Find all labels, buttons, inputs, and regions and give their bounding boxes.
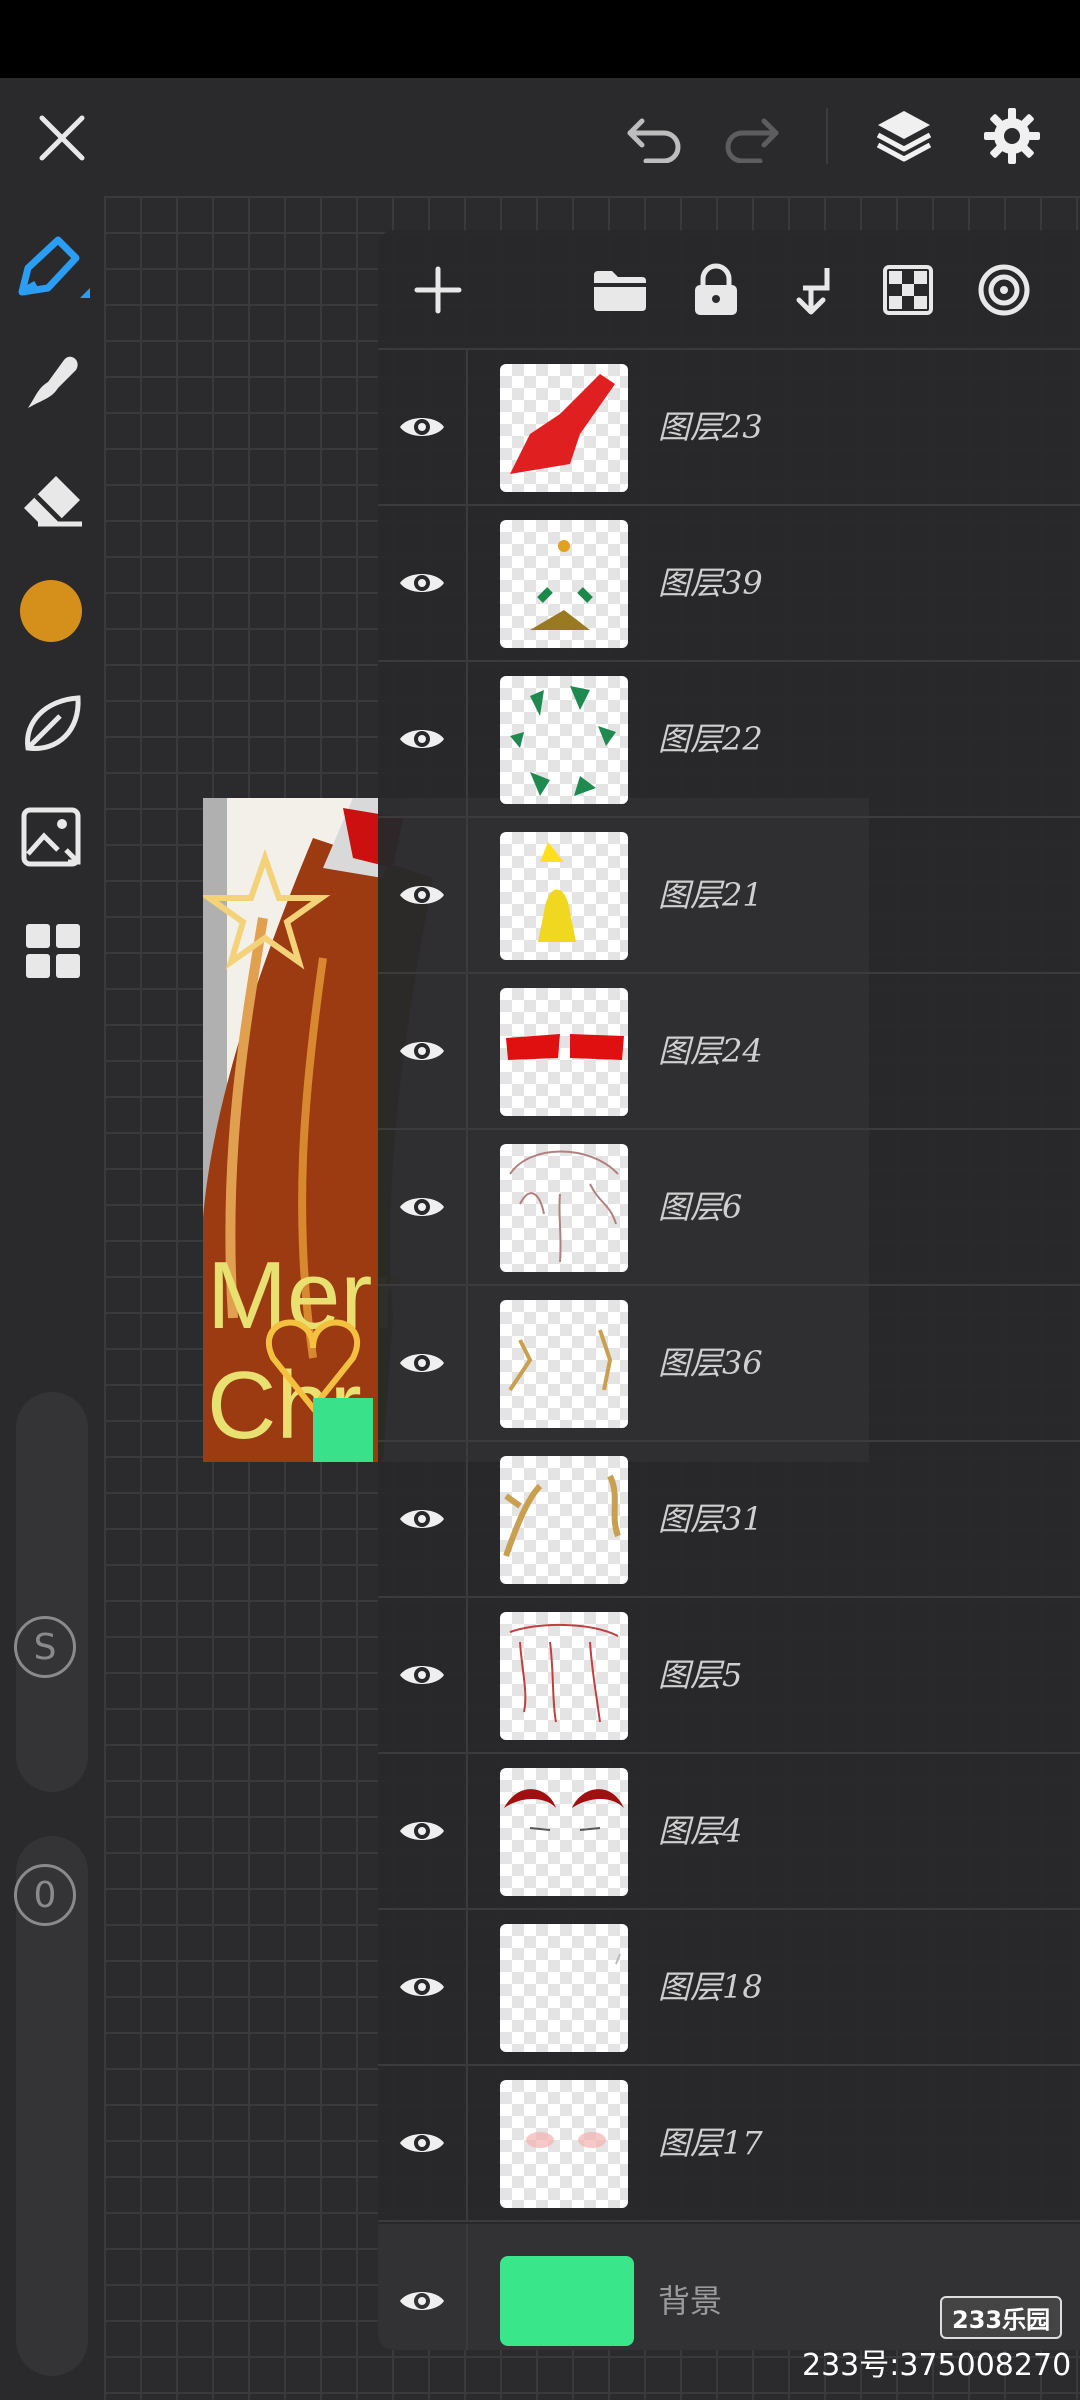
layer-name: 图层5 — [658, 1656, 743, 1694]
layer-row[interactable]: 图层6 — [378, 1130, 1080, 1286]
lock-icon[interactable] — [686, 260, 746, 320]
visibility-toggle[interactable] — [378, 2066, 468, 2220]
layer-thumbnail[interactable] — [500, 1612, 628, 1740]
layer-thumbnail[interactable] — [500, 1768, 628, 1896]
folder-icon[interactable] — [590, 260, 650, 320]
visibility-toggle[interactable] — [378, 506, 468, 660]
visibility-toggle[interactable] — [378, 1910, 468, 2064]
eye-icon — [400, 730, 444, 748]
toolbar-divider — [826, 108, 828, 164]
visibility-toggle[interactable] — [378, 2224, 468, 2350]
eye-icon — [400, 574, 444, 592]
layers-panel: 图层23 图层39 图层22 图层21 图层24 图层6 图层36 图层31 图层5 图层4 图层1… — [378, 230, 1080, 2350]
layer-name: 图层21 — [658, 876, 763, 914]
eye-icon — [400, 1978, 444, 1996]
layer-row[interactable]: 图层22 — [378, 662, 1080, 818]
background-color-thumbnail[interactable] — [500, 2256, 634, 2346]
add-layer-icon[interactable] — [408, 260, 468, 320]
layer-list: 图层23 图层39 图层22 图层21 图层24 图层6 图层36 图层31 图层5 图层4 图层1… — [378, 350, 1080, 2222]
eye-icon — [400, 1822, 444, 1840]
layers-icon[interactable] — [872, 104, 936, 168]
brush-size-slider[interactable]: S — [14, 1392, 88, 1792]
color-swatch[interactable] — [20, 580, 82, 642]
brush-opacity-slider[interactable]: 0 — [14, 1836, 88, 2376]
grid-menu-icon[interactable] — [24, 922, 82, 980]
background-layer-name: 背景 — [658, 2282, 723, 2320]
watermark-text: 233号:375008270 — [802, 2348, 1072, 2383]
eye-icon — [400, 418, 444, 436]
layer-thumbnail[interactable] — [500, 520, 628, 648]
layer-row[interactable]: 图层31 — [378, 1442, 1080, 1598]
layer-name: 图层6 — [658, 1188, 743, 1226]
layer-name: 图层4 — [658, 1812, 743, 1850]
layer-thumbnail[interactable] — [500, 676, 628, 804]
redo-icon[interactable] — [720, 108, 784, 168]
layer-mode-icon[interactable] — [974, 260, 1034, 320]
brush-icon[interactable] — [14, 232, 90, 308]
eye-icon — [400, 886, 444, 904]
smudge-icon[interactable] — [18, 348, 86, 416]
undo-icon[interactable] — [622, 108, 686, 168]
eye-icon — [400, 1354, 444, 1372]
visibility-toggle[interactable] — [378, 974, 468, 1128]
layer-thumbnail[interactable] — [500, 2080, 628, 2208]
layer-row[interactable]: 图层17 — [378, 2066, 1080, 2222]
layer-name: 图层17 — [658, 2124, 763, 2162]
eye-icon — [400, 1666, 444, 1684]
layer-thumbnail[interactable] — [500, 832, 628, 960]
visibility-toggle[interactable] — [378, 1442, 468, 1596]
settings-gear-icon[interactable] — [980, 104, 1044, 168]
layer-name: 图层22 — [658, 720, 763, 758]
layer-row[interactable]: 图层36 — [378, 1286, 1080, 1442]
visibility-toggle[interactable] — [378, 350, 468, 504]
layer-thumbnail[interactable] — [500, 364, 628, 492]
visibility-toggle[interactable] — [378, 1754, 468, 1908]
top-toolbar — [0, 78, 1080, 196]
layer-row[interactable]: 图层18 — [378, 1910, 1080, 2066]
visibility-toggle[interactable] — [378, 1130, 468, 1284]
eye-icon — [400, 1042, 444, 1060]
visibility-toggle[interactable] — [378, 1598, 468, 1752]
layer-name: 图层36 — [658, 1344, 763, 1382]
opacity-slider-badge: 0 — [14, 1864, 76, 1926]
watermark-logo: 233乐园 — [940, 2296, 1063, 2339]
visibility-toggle[interactable] — [378, 1286, 468, 1440]
eye-icon — [400, 2134, 444, 2152]
transparency-lock-icon[interactable] — [878, 260, 938, 320]
merge-down-icon[interactable] — [782, 260, 842, 320]
layer-row[interactable]: 图层39 — [378, 506, 1080, 662]
eye-icon — [400, 2292, 444, 2310]
visibility-toggle[interactable] — [378, 662, 468, 816]
layer-row[interactable]: 图层21 — [378, 818, 1080, 974]
layer-row[interactable]: 图层24 — [378, 974, 1080, 1130]
layer-thumbnail[interactable] — [500, 1924, 628, 2052]
layer-thumbnail[interactable] — [500, 1144, 628, 1272]
tool-sidebar: S 0 — [0, 196, 104, 2400]
visibility-toggle[interactable] — [378, 818, 468, 972]
status-bar — [0, 0, 1080, 78]
layer-row[interactable]: 图层23 — [378, 350, 1080, 506]
eye-icon — [400, 1510, 444, 1528]
layer-name: 图层23 — [658, 408, 763, 446]
layer-row[interactable]: 图层4 — [378, 1754, 1080, 1910]
image-import-icon[interactable] — [20, 806, 84, 870]
layer-name: 图层39 — [658, 564, 763, 602]
layers-panel-toolbar — [378, 230, 1080, 350]
eraser-icon[interactable] — [18, 464, 86, 532]
layer-row[interactable]: 图层5 — [378, 1598, 1080, 1754]
layer-name: 图层24 — [658, 1032, 763, 1070]
layer-name: 图层31 — [658, 1500, 763, 1538]
layer-thumbnail[interactable] — [500, 1300, 628, 1428]
layer-thumbnail[interactable] — [500, 988, 628, 1116]
size-slider-badge: S — [14, 1616, 76, 1678]
leaf-icon[interactable] — [20, 692, 84, 756]
layer-name: 图层18 — [658, 1968, 763, 2006]
eye-icon — [400, 1198, 444, 1216]
close-icon[interactable] — [30, 106, 94, 170]
layer-thumbnail[interactable] — [500, 1456, 628, 1584]
